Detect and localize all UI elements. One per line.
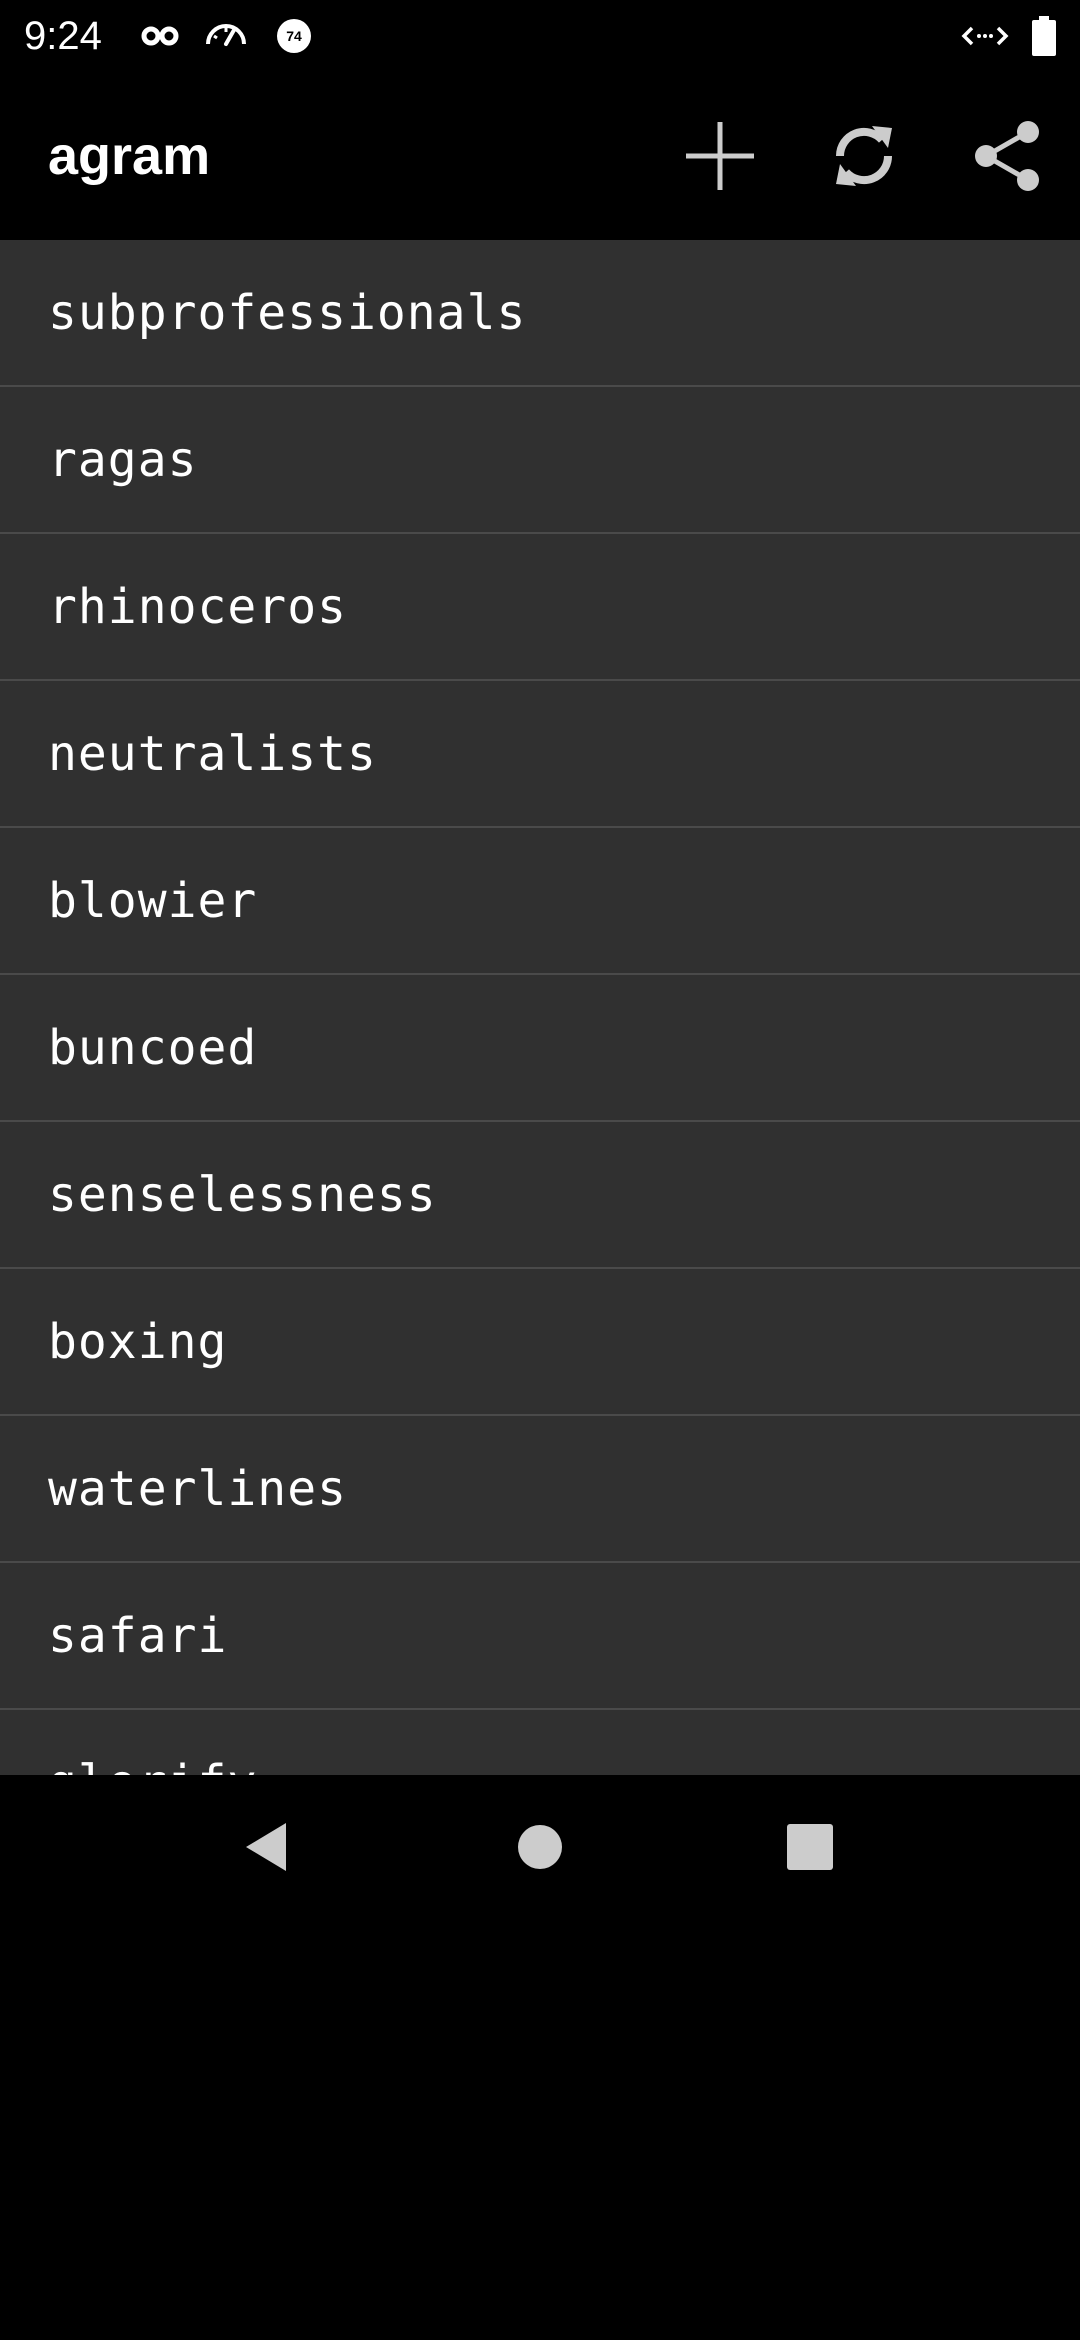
- back-icon: [246, 1823, 286, 1871]
- list-item[interactable]: senselessness: [0, 1122, 1080, 1269]
- list-item-text: buncoed: [48, 1019, 258, 1076]
- app-title: agram: [48, 126, 211, 186]
- list-item-text: blowier: [48, 872, 258, 929]
- home-button[interactable]: [490, 1797, 590, 1897]
- share-button[interactable]: [960, 108, 1056, 204]
- list-item-text: rhinoceros: [48, 578, 347, 635]
- screen-background: [0, 1919, 1080, 2340]
- badge-number: 74: [286, 28, 302, 44]
- list-item[interactable]: waterlines: [0, 1416, 1080, 1563]
- list-item[interactable]: ragas: [0, 387, 1080, 534]
- status-bar: 9:24 74: [0, 0, 1080, 72]
- code-icon: [960, 14, 1010, 58]
- add-button[interactable]: [672, 108, 768, 204]
- list-item[interactable]: blowier: [0, 828, 1080, 975]
- home-icon: [518, 1825, 562, 1869]
- badge-74-icon: 74: [272, 14, 316, 58]
- navigation-bar: [0, 1775, 1080, 1919]
- word-list[interactable]: subprofessionals ragas rhinoceros neutra…: [0, 240, 1080, 1775]
- recents-button[interactable]: [760, 1797, 860, 1897]
- back-button[interactable]: [218, 1797, 318, 1897]
- list-item[interactable]: neutralists: [0, 681, 1080, 828]
- recents-icon: [787, 1824, 833, 1870]
- list-item-text: boxing: [48, 1313, 228, 1370]
- list-item-text: ragas: [48, 431, 198, 488]
- list-item[interactable]: subprofessionals: [0, 240, 1080, 387]
- list-item-text: neutralists: [48, 725, 377, 782]
- refresh-button[interactable]: [816, 108, 912, 204]
- status-time: 9:24: [24, 14, 102, 58]
- battery-icon: [1028, 14, 1060, 58]
- refresh-icon: [835, 126, 893, 186]
- list-item[interactable]: rhinoceros: [0, 534, 1080, 681]
- list-item[interactable]: boxing: [0, 1269, 1080, 1416]
- incognito-icon: [138, 14, 182, 58]
- list-item-text: glorify: [48, 1755, 257, 1776]
- list-item-text: subprofessionals: [48, 284, 527, 341]
- add-icon: [686, 122, 754, 190]
- app-bar: agram: [0, 72, 1080, 240]
- list-item[interactable]: glorify: [0, 1710, 1080, 1776]
- speedometer-icon: [204, 14, 248, 58]
- list-item-text: waterlines: [48, 1460, 347, 1517]
- share-icon: [975, 121, 1039, 191]
- list-item[interactable]: buncoed: [0, 975, 1080, 1122]
- list-item[interactable]: safari: [0, 1563, 1080, 1710]
- list-item-text: senselessness: [48, 1166, 437, 1223]
- list-item-text: safari: [48, 1607, 228, 1664]
